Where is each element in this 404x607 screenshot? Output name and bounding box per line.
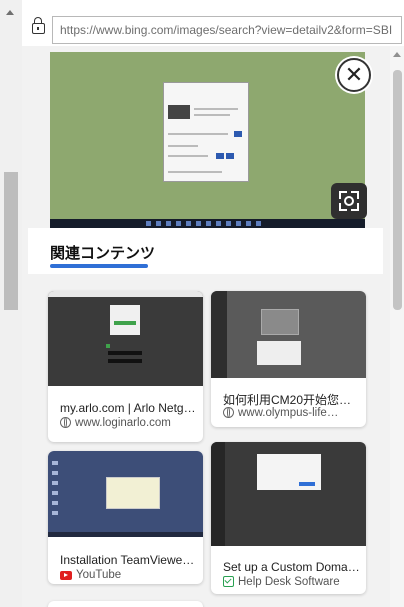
image-detail-page: ✕ 関連コンテンツ my.arlo.com | Arlo Netge… www.… xyxy=(22,46,404,607)
card-thumbnail xyxy=(211,291,366,378)
thumb-button xyxy=(299,482,315,486)
preview-line xyxy=(194,114,230,116)
card-thumbnail xyxy=(211,442,366,546)
card-source-text: YouTube xyxy=(76,569,122,581)
taskbar-icon xyxy=(156,221,161,226)
preview-button xyxy=(216,153,224,159)
close-button[interactable]: ✕ xyxy=(337,58,371,92)
page-scrollbar-thumb[interactable] xyxy=(393,70,402,310)
card-source: YouTube xyxy=(60,569,198,581)
check-icon xyxy=(223,576,234,587)
visual-search-button[interactable] xyxy=(331,183,367,219)
thumb-window xyxy=(261,309,299,335)
main-image-preview[interactable] xyxy=(50,52,365,228)
card-source: www.loginarlo.com xyxy=(60,417,200,429)
preview-line xyxy=(168,171,222,173)
thumb-sidebar xyxy=(211,442,225,546)
preview-dialog-block xyxy=(168,105,190,119)
scroll-up-arrow-icon[interactable] xyxy=(393,52,401,57)
thumb-dot xyxy=(106,344,110,348)
thumb-dialog xyxy=(110,305,140,335)
page-scrollbar[interactable] xyxy=(390,46,404,607)
related-card[interactable]: my.arlo.com | Arlo Netge… www.loginarlo.… xyxy=(48,291,203,442)
globe-icon xyxy=(60,417,71,428)
thumb-taskbar xyxy=(48,532,203,537)
card-title: Set up a Custom Domai… xyxy=(223,560,361,574)
window-scrollbar-thumb[interactable] xyxy=(4,172,18,310)
thumb-button xyxy=(114,321,136,325)
taskbar-icon xyxy=(236,221,241,226)
card-source-text: www.olympus-life… xyxy=(238,407,339,419)
thumb-sidebar xyxy=(211,291,227,378)
card-source: www.olympus-life… xyxy=(223,407,361,419)
card-source: Help Desk Software xyxy=(223,576,361,588)
taskbar-icon xyxy=(166,221,171,226)
preview-line xyxy=(194,108,238,110)
taskbar-icon xyxy=(226,221,231,226)
thumb-dialog xyxy=(257,341,301,365)
active-tab-indicator xyxy=(50,264,148,268)
card-title: 如何利用CM20开始您的… xyxy=(223,393,361,407)
thumb-installer-dialog xyxy=(106,477,160,509)
taskbar-icon xyxy=(216,221,221,226)
preview-line xyxy=(168,145,198,147)
globe-icon xyxy=(223,407,234,418)
related-card[interactable]: Installation TeamViewer … YouTube xyxy=(48,451,203,584)
card-thumbnail xyxy=(48,291,203,386)
related-content-panel: 関連コンテンツ xyxy=(28,228,383,274)
related-card[interactable]: 如何利用CM20开始您的… www.olympus-life… xyxy=(211,291,366,427)
address-bar: https://www.bing.com/images/search?view=… xyxy=(22,0,404,46)
card-source-text: Help Desk Software xyxy=(238,576,340,588)
youtube-icon xyxy=(60,571,72,580)
related-card[interactable] xyxy=(48,601,203,607)
related-card[interactable]: Set up a Custom Domai… Help Desk Softwar… xyxy=(211,442,366,594)
card-title: my.arlo.com | Arlo Netge… xyxy=(60,401,200,415)
preview-dialog-graphic xyxy=(163,82,249,182)
taskbar-icon xyxy=(206,221,211,226)
preview-line xyxy=(168,155,208,157)
lock-icon[interactable] xyxy=(32,17,45,34)
thumb-browser-bar xyxy=(48,291,203,297)
thumb-desktop-icons xyxy=(52,461,58,521)
taskbar-icon xyxy=(246,221,251,226)
taskbar-icon xyxy=(196,221,201,226)
card-title: Installation TeamViewer … xyxy=(60,553,198,567)
taskbar-icon xyxy=(186,221,191,226)
preview-toggle xyxy=(234,131,242,137)
taskbar-icon xyxy=(146,221,151,226)
card-source-text: www.loginarlo.com xyxy=(75,417,171,429)
preview-line xyxy=(168,133,228,135)
thumb-bar xyxy=(108,351,142,355)
taskbar-icon xyxy=(176,221,181,226)
thumb-bar xyxy=(108,359,142,363)
related-content-tab[interactable]: 関連コンテンツ xyxy=(50,242,155,263)
window-scrollbar[interactable] xyxy=(0,0,23,607)
visual-search-icon xyxy=(344,196,354,206)
preview-button xyxy=(226,153,234,159)
taskbar-icon xyxy=(256,221,261,226)
preview-taskbar xyxy=(50,219,365,228)
url-field[interactable]: https://www.bing.com/images/search?view=… xyxy=(52,16,402,44)
close-icon: ✕ xyxy=(344,62,364,87)
scroll-up-arrow-icon[interactable] xyxy=(6,10,14,15)
card-thumbnail xyxy=(48,451,203,537)
